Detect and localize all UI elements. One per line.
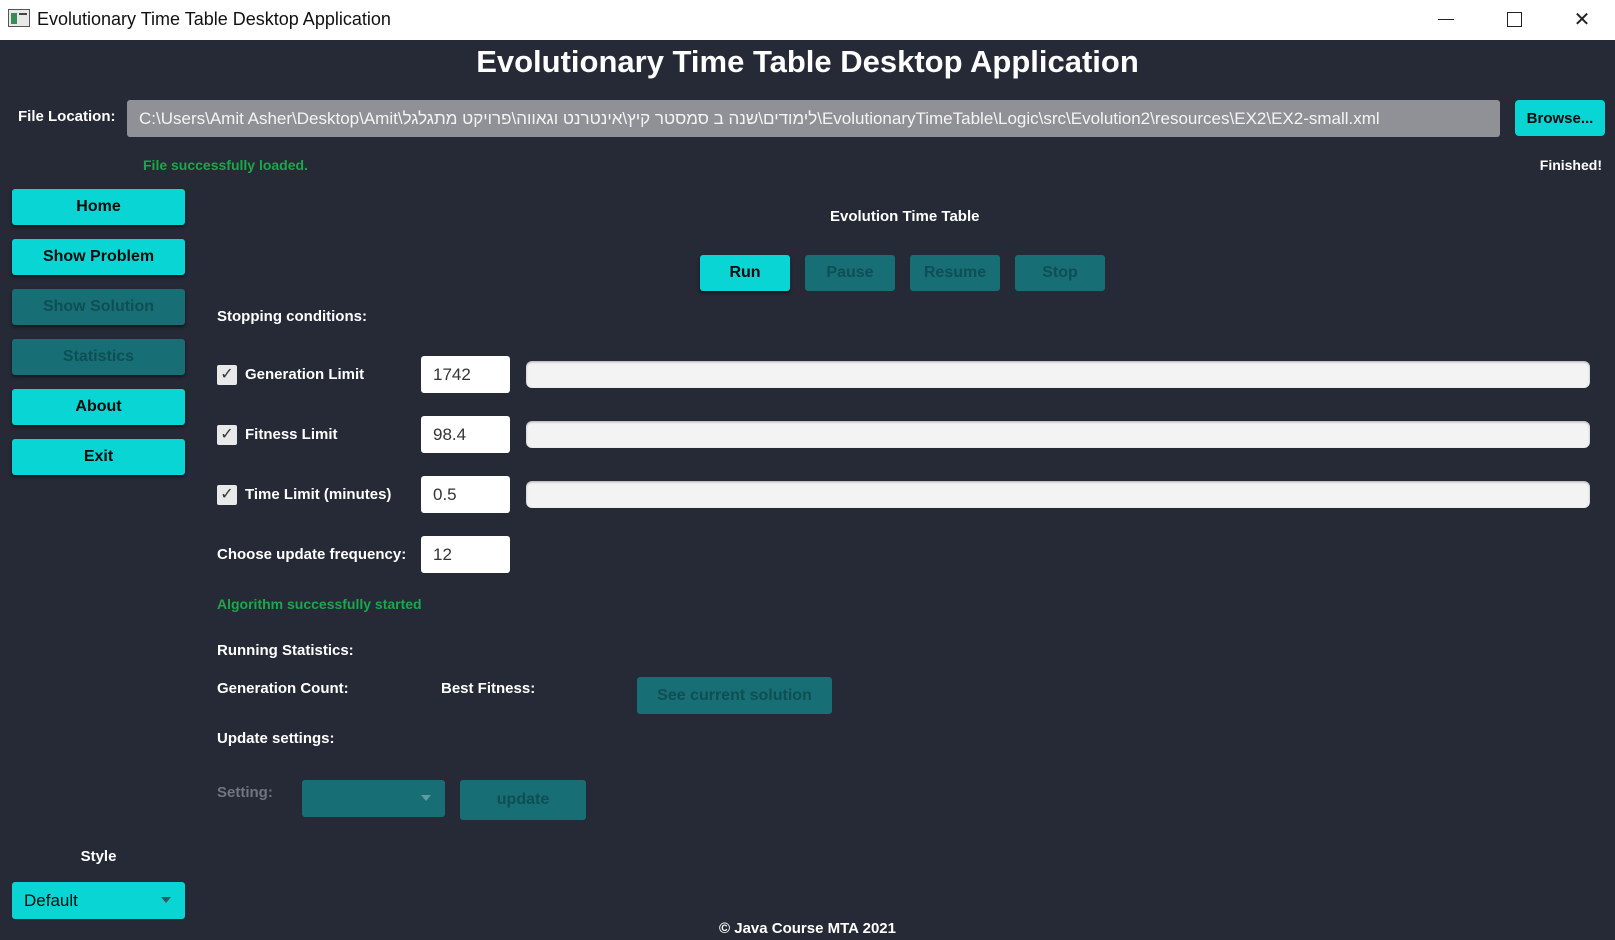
best-fitness-label: Best Fitness:	[441, 680, 536, 697]
checkmark-icon: ✓	[220, 366, 234, 383]
minimize-icon	[1438, 18, 1454, 20]
minimize-button[interactable]	[1414, 0, 1478, 38]
checkmark-icon: ✓	[220, 426, 234, 443]
resume-button[interactable]: Resume	[910, 255, 1000, 291]
sidebar-item-statistics[interactable]: Statistics	[12, 339, 185, 375]
run-button[interactable]: Run	[700, 255, 790, 291]
run-status-message: Finished!	[1539, 157, 1602, 173]
sidebar-item-about[interactable]: About	[12, 389, 185, 425]
running-statistics-label: Running Statistics:	[217, 642, 354, 659]
maximize-icon	[1506, 11, 1522, 27]
close-button[interactable]: ✕	[1550, 0, 1614, 38]
sidebar-item-home[interactable]: Home	[12, 189, 185, 225]
sidebar-item-show-problem[interactable]: Show Problem	[12, 239, 185, 275]
update-frequency-input[interactable]: 12	[421, 536, 510, 573]
style-select[interactable]: Default	[12, 882, 185, 919]
sidebar-item-exit[interactable]: Exit	[12, 439, 185, 475]
generation-progress-bar	[526, 361, 1590, 388]
section-title: Evolution Time Table	[830, 208, 980, 225]
generation-limit-checkbox[interactable]: ✓	[217, 365, 237, 385]
app-icon	[8, 9, 30, 27]
fitness-limit-input[interactable]: 98.4	[421, 416, 510, 453]
window-title: Evolutionary Time Table Desktop Applicat…	[37, 9, 391, 29]
time-limit-label: Time Limit (minutes)	[245, 486, 392, 503]
file-location-label: File Location:	[18, 108, 116, 125]
pause-button[interactable]: Pause	[805, 255, 895, 291]
setting-label: Setting:	[217, 784, 273, 801]
time-limit-checkbox[interactable]: ✓	[217, 485, 237, 505]
style-select-value: Default	[24, 891, 78, 910]
stop-button[interactable]: Stop	[1015, 255, 1105, 291]
update-button[interactable]: update	[460, 780, 586, 820]
chevron-down-icon	[421, 795, 431, 801]
algorithm-status-message: Algorithm successfully started	[217, 596, 422, 612]
generation-limit-label: Generation Limit	[245, 366, 365, 383]
browse-button[interactable]: Browse...	[1515, 100, 1605, 136]
update-frequency-label: Choose update frequency:	[217, 546, 407, 563]
close-icon: ✕	[1573, 8, 1591, 31]
stopping-conditions-label: Stopping conditions:	[217, 308, 367, 325]
generation-limit-input[interactable]: 1742	[421, 356, 510, 393]
fitness-limit-checkbox[interactable]: ✓	[217, 425, 237, 445]
page-title: Evolutionary Time Table Desktop Applicat…	[476, 44, 1139, 79]
chevron-down-icon	[161, 897, 171, 903]
generation-count-label: Generation Count:	[217, 680, 349, 697]
maximize-button[interactable]	[1482, 0, 1546, 38]
time-limit-input[interactable]: 0.5	[421, 476, 510, 513]
file-status-message: File successfully loaded.	[143, 157, 308, 173]
update-settings-label: Update settings:	[217, 730, 335, 747]
file-path-field[interactable]: C:\Users\Amit Asher\Desktop\Amit\לימודים…	[127, 100, 1500, 137]
style-label: Style	[80, 848, 117, 865]
checkmark-icon: ✓	[220, 486, 234, 503]
time-progress-bar	[526, 481, 1590, 508]
footer-copyright: © Java Course MTA 2021	[719, 920, 896, 937]
setting-select[interactable]	[302, 780, 445, 817]
fitness-progress-bar	[526, 421, 1590, 448]
sidebar-item-show-solution[interactable]: Show Solution	[12, 289, 185, 325]
see-current-solution-button[interactable]: See current solution	[637, 677, 832, 714]
fitness-limit-label: Fitness Limit	[245, 426, 338, 443]
window-titlebar: Evolutionary Time Table Desktop Applicat…	[0, 0, 1615, 40]
